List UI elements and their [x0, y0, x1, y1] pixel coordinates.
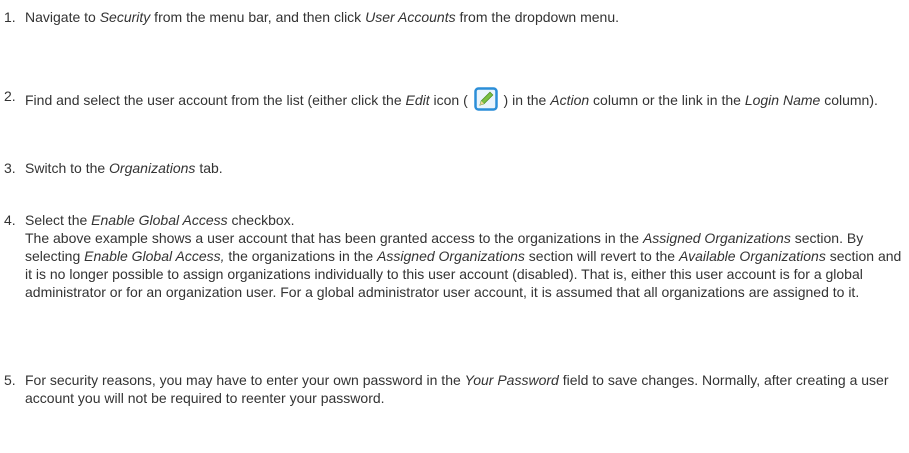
step-number: 4.: [4, 212, 16, 228]
text-run: For security reasons, you may have to en…: [25, 372, 465, 388]
step-4: 4. Select the Enable Global Access check…: [0, 211, 905, 301]
term-enable-global-access: Enable Global Access,: [84, 248, 225, 264]
step-number: 5.: [4, 372, 16, 388]
term-your-password: Your Password: [464, 372, 559, 388]
edit-icon: [473, 87, 498, 111]
text-run: column or the link in the: [589, 92, 745, 108]
step-1: 1. Navigate to Security from the menu ba…: [0, 8, 905, 26]
text-run: column).: [820, 92, 878, 108]
text-run: tab.: [195, 160, 223, 176]
step-2: 2. Find and select the user account from…: [0, 87, 905, 111]
term-available-organizations: Available Organizations: [678, 248, 826, 264]
step-text: For security reasons, you may have to en…: [25, 371, 905, 407]
step-text: Find and select the user account from th…: [25, 87, 905, 111]
menu-item-user-accounts: User Accounts: [365, 9, 456, 25]
text-run: ) in the: [499, 92, 551, 108]
term-enable-global-access: Enable Global Access: [91, 212, 228, 228]
step-text: Navigate to Security from the menu bar, …: [25, 8, 905, 26]
step-text: Select the Enable Global Access checkbox…: [25, 211, 905, 301]
text-run: checkbox.: [227, 212, 295, 228]
text-run: the organizations in the: [224, 248, 378, 264]
term-action: Action: [550, 92, 590, 108]
step-number: 3.: [4, 160, 16, 176]
step-instruction: Select the Enable Global Access checkbox…: [25, 211, 905, 229]
term-edit: Edit: [405, 92, 430, 108]
text-run: Navigate to: [25, 9, 100, 25]
text-run: from the menu bar, and then click: [150, 9, 366, 25]
instruction-list: 1. Navigate to Security from the menu ba…: [0, 0, 909, 453]
text-run: Select the: [25, 212, 92, 228]
text-run: The above example shows a user account t…: [25, 230, 643, 246]
step-detail: The above example shows a user account t…: [25, 229, 905, 301]
text-run: icon (: [429, 92, 472, 108]
text-run: from the dropdown menu.: [455, 9, 620, 25]
step-number: 2.: [4, 88, 16, 104]
step-text: Switch to the Organizations tab.: [25, 159, 905, 177]
step-3: 3. Switch to the Organizations tab.: [0, 159, 905, 177]
term-login-name: Login Name: [744, 92, 821, 108]
term-assigned-organizations: Assigned Organizations: [377, 248, 525, 264]
menu-name-security: Security: [99, 9, 151, 25]
text-run: Find and select the user account from th…: [25, 92, 406, 108]
term-organizations: Organizations: [109, 160, 196, 176]
text-run: Switch to the: [25, 160, 110, 176]
text-run: section will revert to the: [524, 248, 679, 264]
step-number: 1.: [4, 9, 16, 25]
step-5: 5. For security reasons, you may have to…: [0, 371, 905, 407]
term-assigned-organizations: Assigned Organizations: [642, 230, 791, 246]
